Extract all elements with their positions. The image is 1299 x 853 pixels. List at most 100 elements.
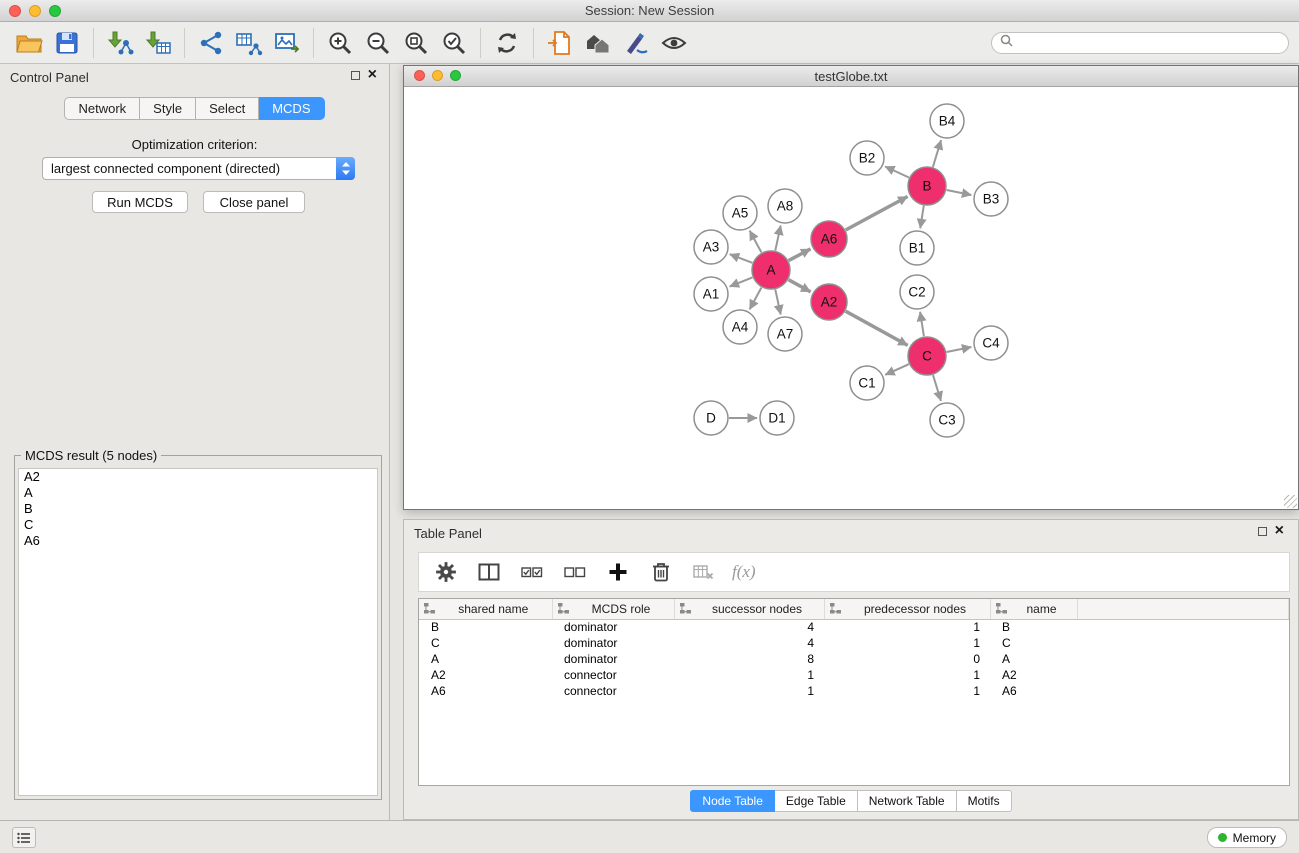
delete-column-trash-icon[interactable]: [646, 557, 676, 587]
node-A6[interactable]: A6: [811, 221, 847, 257]
edge-A-A7[interactable]: [775, 290, 780, 315]
column-header-name[interactable]: name: [990, 599, 1077, 619]
table-cell[interactable]: 1: [824, 683, 990, 699]
network-canvas[interactable]: AA1A2A3A4A5A6A7A8BB1B2B3B4CC1C2C3C4DD1: [404, 88, 1298, 510]
tab-network-table[interactable]: Network Table: [858, 790, 957, 812]
edge-C-C3[interactable]: [933, 375, 941, 401]
eye-icon[interactable]: [655, 25, 693, 61]
edge-A-A4[interactable]: [750, 288, 762, 310]
node-A2[interactable]: A2: [811, 284, 847, 320]
node-D1[interactable]: D1: [760, 401, 794, 435]
zoom-out-icon[interactable]: [359, 25, 397, 61]
table-cell[interactable]: 1: [824, 667, 990, 683]
table-cell[interactable]: 8: [674, 651, 824, 667]
graphics-details-icon[interactable]: [617, 25, 655, 61]
node-C3[interactable]: C3: [930, 403, 964, 437]
table-cell[interactable]: A2: [990, 667, 1077, 683]
tab-mcds[interactable]: MCDS: [259, 97, 324, 120]
network-close-icon[interactable]: [414, 70, 425, 81]
network-window-titlebar[interactable]: testGlobe.txt: [404, 66, 1298, 87]
show-columns-icon[interactable]: [474, 557, 504, 587]
share-network-icon[interactable]: [192, 25, 230, 61]
search-input[interactable]: [991, 32, 1289, 54]
table-cell[interactable]: connector: [552, 683, 674, 699]
edge-A6-B[interactable]: [846, 197, 908, 231]
mcds-result-item[interactable]: A: [19, 485, 377, 501]
edge-A-A1[interactable]: [730, 277, 753, 286]
table-cell[interactable]: A: [990, 651, 1077, 667]
column-header-predecessor-nodes[interactable]: predecessor nodes: [824, 599, 990, 619]
tab-node-table[interactable]: Node Table: [690, 790, 775, 812]
table-cell[interactable]: 4: [674, 619, 824, 635]
tab-edge-table[interactable]: Edge Table: [775, 790, 858, 812]
edge-A-A8[interactable]: [775, 226, 780, 251]
home-icon[interactable]: [579, 25, 617, 61]
edge-A-A2[interactable]: [789, 280, 811, 292]
node-B3[interactable]: B3: [974, 182, 1008, 216]
close-panel-button[interactable]: Close panel: [203, 191, 305, 213]
edge-B-B1[interactable]: [920, 206, 924, 229]
close-traffic-icon[interactable]: [9, 5, 21, 17]
annotation-document-icon[interactable]: [541, 25, 579, 61]
edge-C-C1[interactable]: [885, 364, 909, 375]
node-B4[interactable]: B4: [930, 104, 964, 138]
import-table-icon[interactable]: [139, 25, 177, 61]
float-table-panel-icon[interactable]: [1258, 527, 1267, 536]
mcds-result-item[interactable]: A2: [19, 469, 377, 485]
table-cell[interactable]: 0: [824, 651, 990, 667]
node-B2[interactable]: B2: [850, 141, 884, 175]
node-A4[interactable]: A4: [723, 310, 757, 344]
network-canvas-area[interactable]: AA1A2A3A4A5A6A7A8BB1B2B3B4CC1C2C3C4DD1: [404, 88, 1298, 509]
mcds-result-item[interactable]: A6: [19, 533, 377, 549]
zoom-traffic-icon[interactable]: [49, 5, 61, 17]
node-C1[interactable]: C1: [850, 366, 884, 400]
node-A8[interactable]: A8: [768, 189, 802, 223]
table-cell[interactable]: A2: [419, 667, 552, 683]
minimize-traffic-icon[interactable]: [29, 5, 41, 17]
select-all-icon[interactable]: [517, 557, 547, 587]
node-B[interactable]: B: [908, 167, 946, 205]
resize-handle[interactable]: [1284, 495, 1297, 508]
table-row[interactable]: A6connector11A6: [419, 683, 1289, 699]
tab-select[interactable]: Select: [196, 97, 259, 120]
memory-button[interactable]: Memory: [1207, 827, 1287, 848]
zoom-in-icon[interactable]: [321, 25, 359, 61]
mcds-result-item[interactable]: C: [19, 517, 377, 533]
dropdown-stepper-icon[interactable]: [336, 157, 355, 180]
float-panel-icon[interactable]: [351, 71, 360, 80]
node-A[interactable]: A: [752, 251, 790, 289]
node-C2[interactable]: C2: [900, 275, 934, 309]
table-cell[interactable]: dominator: [552, 651, 674, 667]
table-cell[interactable]: B: [419, 619, 552, 635]
run-mcds-button[interactable]: Run MCDS: [92, 191, 188, 213]
node-A5[interactable]: A5: [723, 196, 757, 230]
network-minimize-icon[interactable]: [432, 70, 443, 81]
deselect-all-icon[interactable]: [560, 557, 590, 587]
node-C[interactable]: C: [908, 337, 946, 375]
tab-motifs[interactable]: Motifs: [957, 790, 1012, 812]
column-header-shared-name[interactable]: shared name: [419, 599, 552, 619]
close-table-panel-icon[interactable]: ×: [1275, 526, 1284, 536]
table-cell[interactable]: dominator: [552, 619, 674, 635]
node-C4[interactable]: C4: [974, 326, 1008, 360]
delete-table-icon[interactable]: [689, 557, 719, 587]
export-image-icon[interactable]: [268, 25, 306, 61]
table-cell[interactable]: 1: [674, 683, 824, 699]
table-cell[interactable]: C: [990, 635, 1077, 651]
export-table-icon[interactable]: [230, 25, 268, 61]
zoom-fit-icon[interactable]: [397, 25, 435, 61]
save-icon[interactable]: [48, 25, 86, 61]
column-header-successor-nodes[interactable]: successor nodes: [674, 599, 824, 619]
refresh-icon[interactable]: [488, 25, 526, 61]
table-row[interactable]: Cdominator41C: [419, 635, 1289, 651]
table-cell[interactable]: connector: [552, 667, 674, 683]
add-column-icon[interactable]: [603, 557, 633, 587]
node-B1[interactable]: B1: [900, 231, 934, 265]
open-folder-icon[interactable]: [10, 25, 48, 61]
table-row[interactable]: Bdominator41B: [419, 619, 1289, 635]
edge-A-A6[interactable]: [789, 249, 811, 261]
edge-B-B3[interactable]: [947, 190, 972, 195]
node-A3[interactable]: A3: [694, 230, 728, 264]
criterion-dropdown[interactable]: largest connected component (directed): [42, 157, 355, 180]
table-cell[interactable]: A6: [419, 683, 552, 699]
